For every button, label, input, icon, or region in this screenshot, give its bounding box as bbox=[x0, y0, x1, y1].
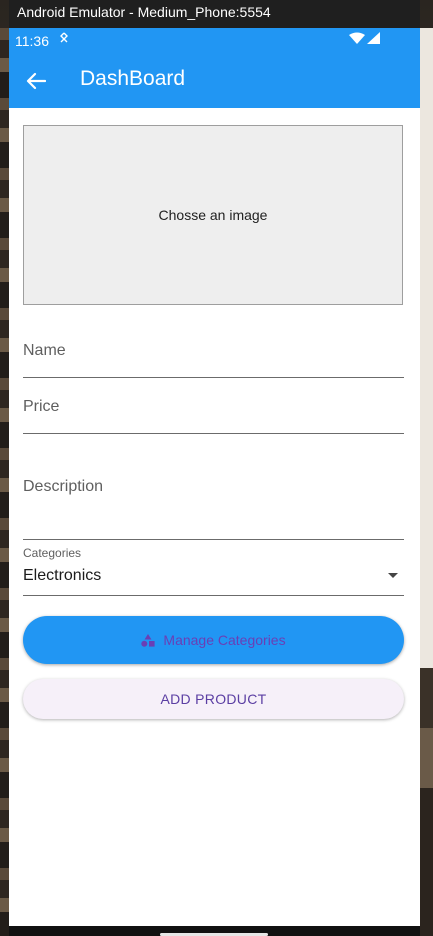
add-product-label: ADD PRODUCT bbox=[160, 691, 267, 707]
manage-categories-button[interactable]: Manage Categories bbox=[23, 616, 404, 664]
categories-dropdown[interactable]: Categories Electronics bbox=[23, 541, 404, 596]
price-field[interactable]: Price bbox=[23, 386, 404, 434]
status-bar: 11:36 bbox=[9, 28, 420, 54]
window-title: Android Emulator - Medium_Phone:5554 bbox=[17, 4, 271, 20]
arrow-back-icon bbox=[26, 72, 46, 90]
name-field-label: Name bbox=[23, 342, 66, 359]
wifi-icon bbox=[349, 32, 365, 44]
status-icons bbox=[349, 32, 380, 44]
notification-icon bbox=[59, 32, 69, 47]
signal-icon bbox=[367, 32, 380, 44]
status-time: 11:36 bbox=[15, 33, 49, 49]
manage-categories-label: Manage Categories bbox=[163, 632, 286, 648]
add-product-button[interactable]: ADD PRODUCT bbox=[23, 679, 404, 719]
image-picker-label: Chosse an image bbox=[158, 207, 268, 223]
phone-screen: 11:36 DashBoard Chosse an image Name Pri… bbox=[9, 28, 420, 926]
image-picker[interactable]: Chosse an image bbox=[23, 125, 403, 305]
desktop-background-right-edge bbox=[420, 28, 433, 936]
dropdown-arrow-icon bbox=[388, 573, 398, 578]
price-field-label: Price bbox=[23, 398, 60, 415]
description-field[interactable]: Description bbox=[23, 448, 404, 540]
app-bar: DashBoard bbox=[9, 54, 420, 108]
category-icon bbox=[141, 633, 156, 647]
description-field-label: Description bbox=[23, 478, 104, 495]
page-title: DashBoard bbox=[80, 67, 186, 90]
desktop-background-left-edge bbox=[0, 28, 9, 936]
back-button[interactable] bbox=[23, 68, 49, 94]
emulator-window-titlebar[interactable]: Android Emulator - Medium_Phone:5554 bbox=[9, 0, 420, 28]
categories-dropdown-label: Categories bbox=[23, 546, 82, 560]
name-field[interactable]: Name bbox=[23, 330, 404, 378]
categories-dropdown-value: Electronics bbox=[23, 567, 102, 584]
